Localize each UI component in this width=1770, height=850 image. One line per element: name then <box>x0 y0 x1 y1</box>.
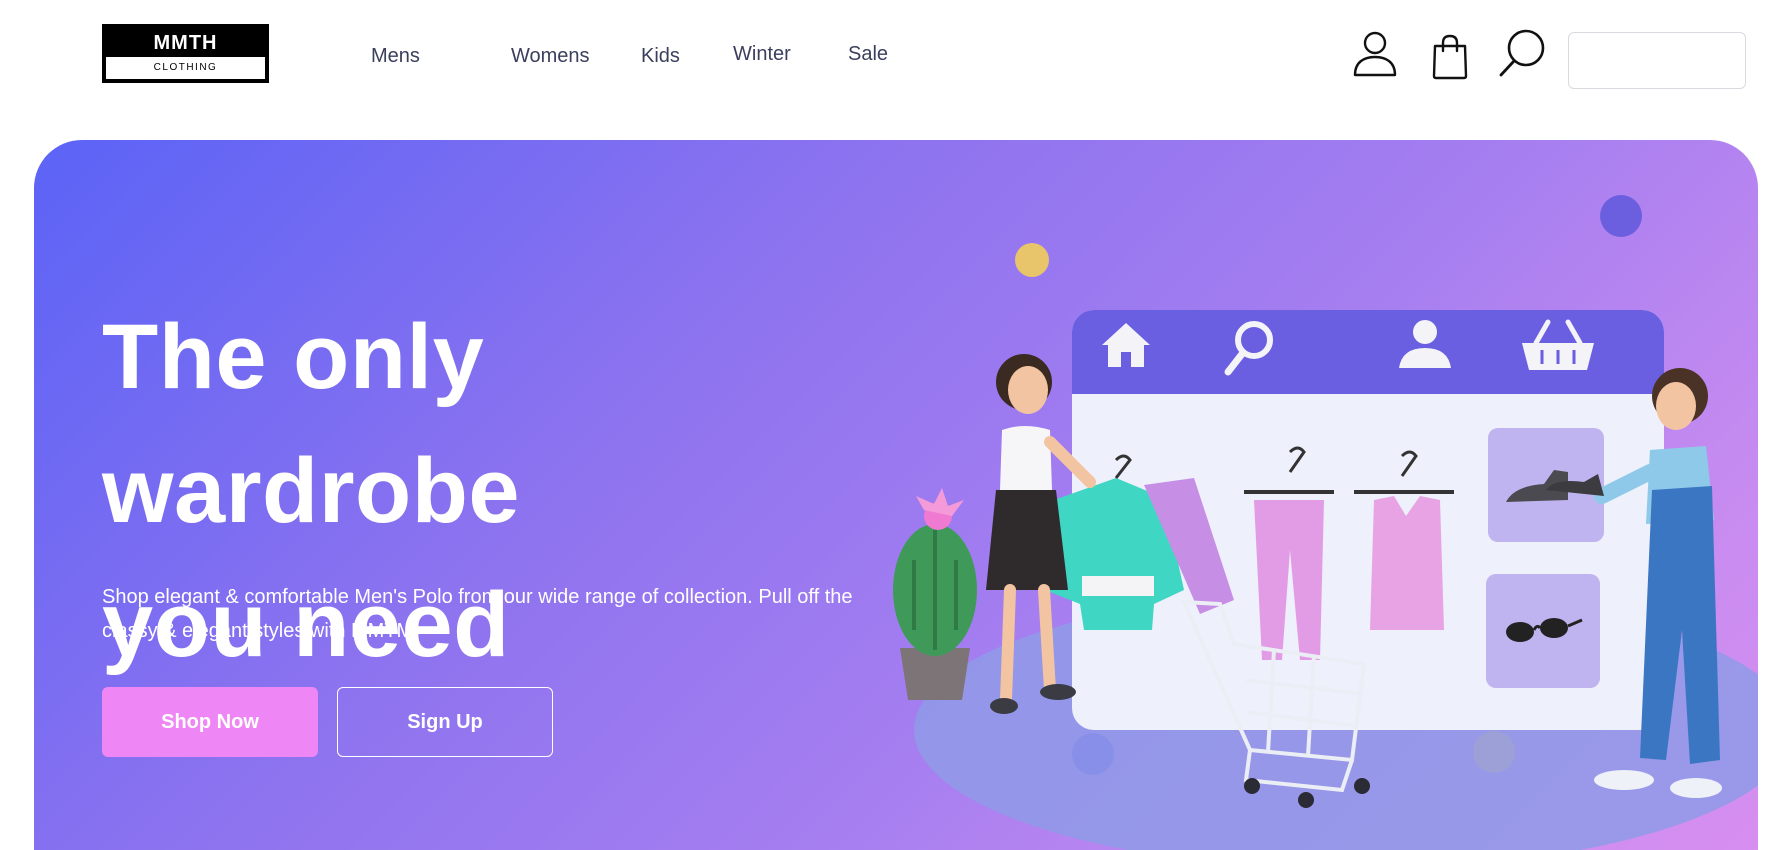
nav-link-mens[interactable]: Mens <box>371 45 420 68</box>
search-input[interactable] <box>1568 32 1746 89</box>
shop-now-button[interactable]: Shop Now <box>102 687 318 757</box>
logo-sub-text: CLOTHING <box>153 62 218 73</box>
search-icon[interactable] <box>1498 28 1546 78</box>
hero-title-line-1: The only wardrobe <box>102 306 521 542</box>
purple-sphere <box>1600 195 1642 237</box>
cactus-plant <box>893 488 977 700</box>
logo-sub-box: CLOTHING <box>106 57 265 79</box>
nav-link-womens[interactable]: Womens <box>511 45 590 68</box>
hero-banner: The only wardrobe you need Shop elegant … <box>34 140 1758 850</box>
brand-logo[interactable]: MMTH CLOTHING <box>102 24 269 83</box>
sign-up-button[interactable]: Sign Up <box>337 687 553 757</box>
nav-link-sale[interactable]: Sale <box>848 43 888 66</box>
online-shopping-illustration <box>893 195 1758 850</box>
hero-description: Shop elegant & comfortable Men's Polo fr… <box>102 586 853 642</box>
gold-sphere <box>1015 243 1049 277</box>
shopping-bag-icon[interactable] <box>1430 34 1470 80</box>
logo-brand-text: MMTH <box>153 32 218 54</box>
nav-link-winter[interactable]: Winter <box>733 43 791 66</box>
user-icon[interactable] <box>1352 30 1398 78</box>
nav-link-kids[interactable]: Kids <box>641 45 680 68</box>
